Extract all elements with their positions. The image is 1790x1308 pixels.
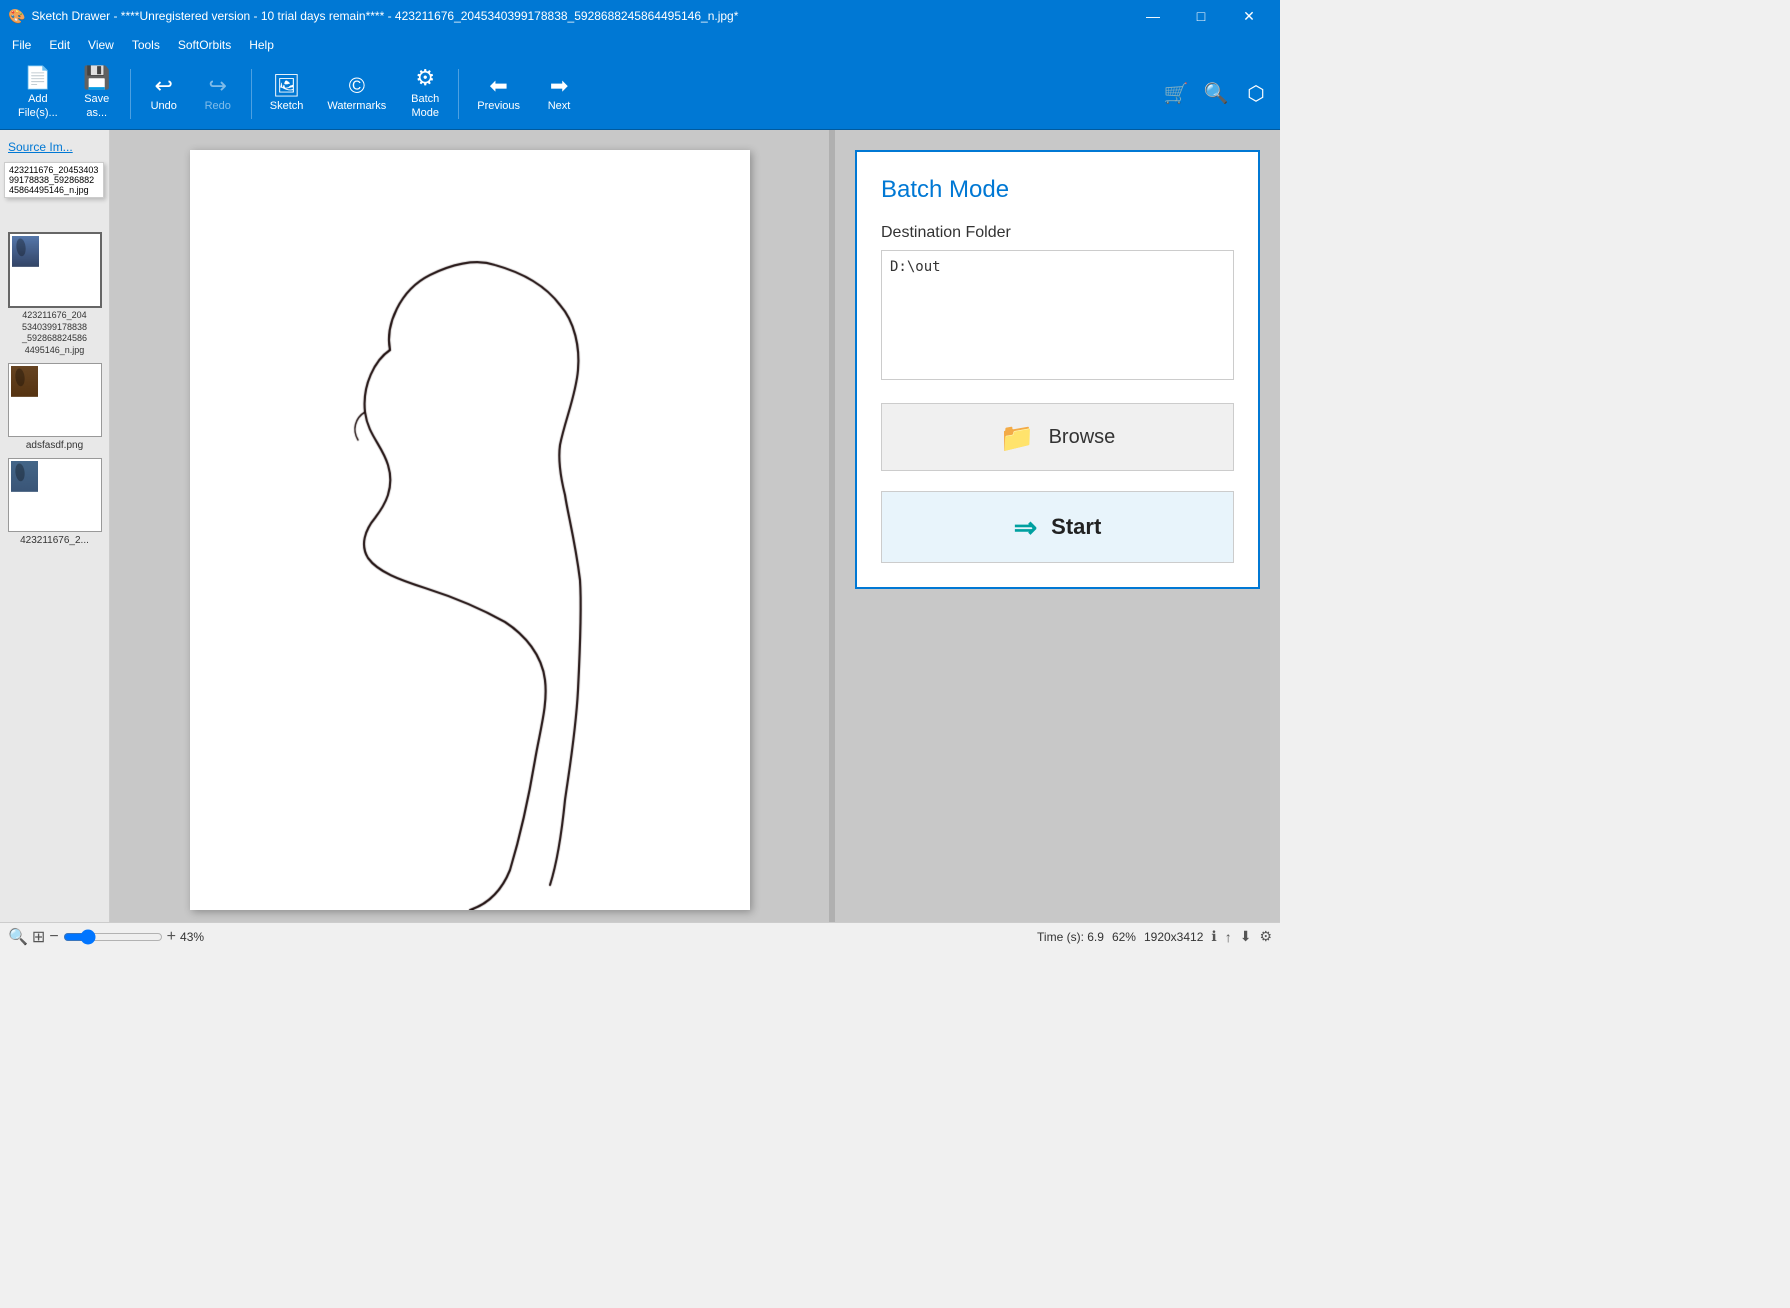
thumb-image-3 [11, 461, 101, 529]
info-button[interactable]: ℹ [1211, 928, 1216, 945]
next-button[interactable]: ➡ Next [534, 62, 584, 126]
sketch-icon: 🖼 [273, 75, 301, 97]
zoom-actual-button[interactable]: ⊞ [32, 927, 45, 947]
list-item[interactable]: 423211676_2045340399178838_5928688245864… [4, 162, 105, 357]
thumb-wrapper-2 [8, 363, 102, 437]
batch-mode-icon: ⚙ [415, 67, 435, 89]
thumb-wrapper-1 [8, 232, 102, 308]
watermarks-button[interactable]: © Watermarks [317, 62, 396, 126]
canvas-wrapper [190, 150, 750, 910]
thumb-label-1: 423211676_2045340399178838_5928688245864… [22, 310, 87, 357]
menu-help[interactable]: Help [241, 35, 282, 55]
status-right: Time (s): 6.9 62% 1920x3412 ℹ ↑ ⬇ ⚙ [1037, 928, 1272, 945]
add-files-button[interactable]: 📄 AddFile(s)... [8, 62, 68, 126]
next-icon: ➡ [550, 75, 568, 97]
browse-icon: 📁 [1000, 421, 1035, 454]
undo-icon: ↩ [155, 75, 173, 97]
separator-3 [458, 69, 459, 119]
save-as-label: Saveas... [84, 92, 109, 121]
save-as-button[interactable]: 💾 Saveas... [72, 62, 122, 126]
save-icon: 💾 [83, 67, 110, 89]
sidebar: Source Im... 423211676_2045340399178838_… [0, 130, 110, 922]
undo-label: Undo [151, 100, 177, 112]
menu-edit[interactable]: Edit [41, 35, 78, 55]
app-icon: 🎨 [8, 8, 25, 25]
minimize-button[interactable]: — [1130, 0, 1176, 32]
thumb-tooltip: 423211676_2045340399178838_5928688245864… [4, 162, 104, 198]
dimensions: 1920x3412 [1144, 930, 1203, 944]
thumb-image-2 [11, 366, 101, 434]
batch-mode-title: Batch Mode [881, 176, 1234, 204]
cart-icon-button[interactable]: 🛒 [1160, 78, 1192, 110]
menu-file[interactable]: File [4, 35, 39, 55]
thumb-image-1 [12, 236, 102, 304]
maximize-button[interactable]: □ [1178, 0, 1224, 32]
destination-folder-input[interactable]: D:\out [881, 250, 1234, 380]
search-icon-button[interactable]: 🔍 [1200, 78, 1232, 110]
canvas-area [110, 130, 829, 922]
menu-softorbits[interactable]: SoftOrbits [170, 35, 239, 55]
previous-icon: ⬅ [489, 75, 507, 97]
zoom-in-button[interactable]: + [167, 928, 176, 946]
list-item[interactable]: adsfasdf.png [4, 363, 105, 452]
zoom-fit-button[interactable]: 🔍 [8, 927, 28, 947]
main-area: Source Im... 423211676_2045340399178838_… [0, 130, 1280, 922]
next-label: Next [548, 100, 571, 112]
separator-1 [130, 69, 131, 119]
browse-label: Browse [1049, 426, 1116, 449]
destination-folder-section: Destination Folder D:\out [881, 224, 1234, 383]
share-button[interactable]: ↑ [1225, 929, 1232, 945]
thumb-label-2: adsfasdf.png [26, 439, 83, 452]
redo-label: Redo [205, 100, 231, 112]
zoom-out-button[interactable]: − [49, 928, 58, 946]
cube-icon-button[interactable]: ⬡ [1240, 78, 1272, 110]
undo-button[interactable]: ↩ Undo [139, 62, 189, 126]
previous-label: Previous [477, 100, 520, 112]
menu-view[interactable]: View [80, 35, 122, 55]
sketch-label: Sketch [270, 100, 304, 112]
list-item[interactable]: 423211676_2... [4, 458, 105, 547]
previous-button[interactable]: ⬅ Previous [467, 62, 530, 126]
window-controls: — □ ✕ [1130, 0, 1272, 32]
thumb-wrapper-3 [8, 458, 102, 532]
add-files-icon: 📄 [24, 67, 51, 89]
separator-2 [251, 69, 252, 119]
settings-button[interactable]: ⚙ [1259, 928, 1272, 945]
redo-button[interactable]: ↪ Redo [193, 62, 243, 126]
start-button[interactable]: ⇒ Start [881, 491, 1234, 563]
time-label: Time (s): 6.9 [1037, 930, 1104, 944]
main-canvas [190, 150, 750, 910]
batch-mode-panel: Batch Mode Destination Folder D:\out 📁 B… [855, 150, 1260, 589]
menu-bar: File Edit View Tools SoftOrbits Help [0, 32, 1280, 58]
batch-mode-label: BatchMode [411, 92, 439, 121]
redo-icon: ↪ [209, 75, 227, 97]
watermarks-label: Watermarks [327, 100, 386, 112]
browse-button[interactable]: 📁 Browse [881, 403, 1234, 471]
zoom-percent: 43% [180, 930, 216, 944]
start-arrow-icon: ⇒ [1014, 511, 1037, 544]
sketch-button[interactable]: 🖼 Sketch [260, 62, 314, 126]
zoom-slider[interactable] [63, 929, 163, 945]
quality-percent: 62% [1112, 930, 1136, 944]
add-files-label: AddFile(s)... [18, 92, 58, 121]
toolbar-right: 🛒 🔍 ⬡ [1160, 78, 1272, 110]
watermarks-icon: © [349, 75, 365, 97]
menu-tools[interactable]: Tools [124, 35, 168, 55]
start-label: Start [1051, 514, 1101, 540]
download-button[interactable]: ⬇ [1240, 928, 1252, 945]
status-bar: 🔍 ⊞ − + 43% Time (s): 6.9 62% 1920x3412 … [0, 922, 1280, 950]
batch-mode-button[interactable]: ⚙ BatchMode [400, 62, 450, 126]
toolbar: 📄 AddFile(s)... 💾 Saveas... ↩ Undo ↪ Red… [0, 58, 1280, 130]
close-button[interactable]: ✕ [1226, 0, 1272, 32]
thumb-label-3: 423211676_2... [20, 534, 89, 547]
destination-folder-label: Destination Folder [881, 224, 1234, 242]
title-bar: 🎨 Sketch Drawer - ****Unregistered versi… [0, 0, 1280, 32]
source-images-label[interactable]: Source Im... [4, 138, 105, 156]
zoom-controls: 🔍 ⊞ − + 43% [8, 927, 216, 947]
window-title: Sketch Drawer - ****Unregistered version… [31, 9, 738, 23]
